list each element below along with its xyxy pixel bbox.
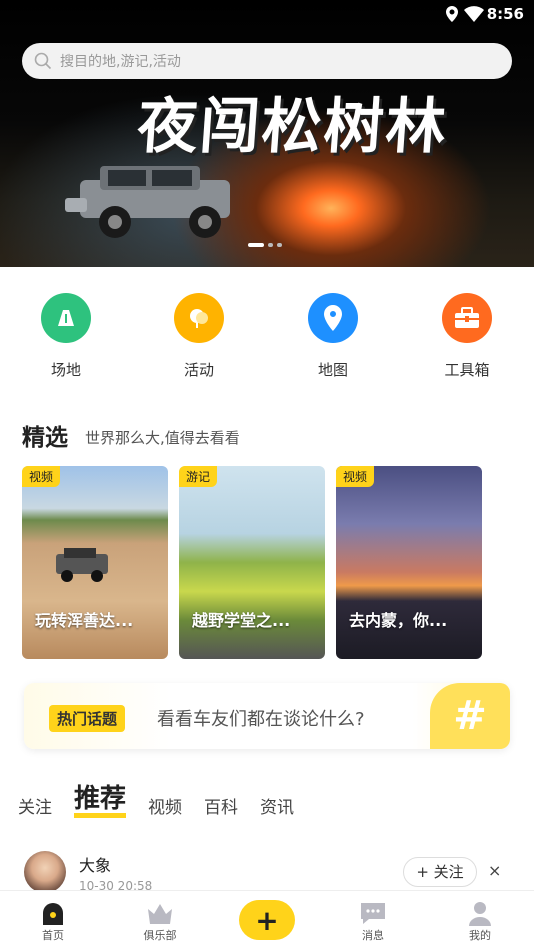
banner-title: 夜闯松树林 (135, 92, 451, 162)
card-tag: 视频 (22, 466, 61, 487)
nav-label: 首页 (42, 929, 64, 942)
category-label: 场地 (50, 361, 81, 379)
card-title: 越野学堂之... (192, 611, 291, 630)
map-pin-icon (308, 293, 358, 343)
tab-video[interactable]: 视频 (148, 793, 182, 818)
category-activity[interactable]: 活动 (159, 293, 239, 380)
category-shortcuts: 场地 活动 地图 工具箱 (0, 293, 534, 383)
carousel-dot-active (248, 243, 264, 247)
add-button[interactable]: + (239, 900, 295, 940)
tab-news[interactable]: 资讯 (260, 793, 294, 818)
section-subtitle: 世界那么大,值得去看看 (85, 429, 240, 447)
nav-label: 我的 (469, 929, 491, 942)
message-icon (343, 899, 403, 927)
balloon-icon (174, 293, 224, 343)
post-username[interactable]: 大象 (79, 852, 111, 876)
close-icon[interactable]: × (488, 861, 501, 880)
category-label: 地图 (317, 361, 348, 379)
user-icon (450, 899, 510, 927)
nav-home[interactable]: 首页 (23, 899, 83, 943)
card-tag: 视频 (336, 466, 375, 487)
club-icon (130, 899, 190, 927)
post-header: 大象 10-30 20:58 + 关注 × (0, 845, 534, 893)
carousel-dot (268, 243, 273, 247)
hot-topic-banner[interactable]: 热门话题 看看车友们都在谈论什么? # (24, 683, 510, 749)
search-input[interactable]: 搜目的地,游记,活动 (60, 51, 181, 71)
card-title: 玩转浑善达... (35, 611, 134, 630)
nav-label: 消息 (362, 929, 384, 942)
hot-topic-pill: 热门话题 (49, 705, 126, 732)
home-icon (23, 899, 83, 927)
category-label: 活动 (183, 361, 214, 379)
category-toolbox[interactable]: 工具箱 (427, 293, 507, 380)
hot-topic-text: 看看车友们都在谈论什么? (157, 709, 365, 730)
tab-wiki[interactable]: 百科 (204, 793, 238, 818)
status-time: 8:56 (486, 5, 524, 23)
status-bar: 8:56 (0, 0, 534, 30)
card-title: 去内蒙，你... (349, 611, 448, 630)
location-icon (446, 6, 458, 22)
feed-tabs: 关注 推荐 视频 百科 资讯 (18, 785, 316, 818)
featured-card[interactable]: 视频 去内蒙，你... (336, 466, 482, 659)
nav-label: 俱乐部 (143, 929, 177, 942)
section-title: 精选 (22, 425, 68, 451)
search-icon (34, 52, 52, 70)
nav-club[interactable]: 俱乐部 (130, 899, 190, 943)
car-illustration (56, 548, 108, 582)
card-tag: 游记 (179, 466, 218, 487)
bottom-nav: 首页 俱乐部 + 消息 我的 (0, 890, 534, 949)
search-bar[interactable]: 搜目的地,游记,活动 (22, 43, 512, 79)
featured-card[interactable]: 视频 玩转浑善达... (22, 466, 168, 659)
carousel-dot (277, 243, 282, 247)
carousel-indicator (248, 243, 282, 247)
avatar[interactable] (24, 851, 66, 893)
category-venue[interactable]: 场地 (26, 293, 106, 380)
follow-button[interactable]: + 关注 (403, 857, 477, 887)
nav-mine[interactable]: 我的 (450, 899, 510, 943)
category-label: 工具箱 (444, 361, 490, 379)
wifi-icon (464, 6, 484, 22)
category-map[interactable]: 地图 (293, 293, 373, 380)
hashtag-icon: # (430, 683, 510, 749)
hero-banner[interactable]: 夜闯松树林 8:56 搜目的地,游记,活动 (0, 0, 534, 267)
toolbox-icon (442, 293, 492, 343)
tab-recommend[interactable]: 推荐 (74, 785, 127, 818)
car-illustration (65, 166, 230, 238)
featured-card[interactable]: 游记 越野学堂之... (179, 466, 325, 659)
nav-messages[interactable]: 消息 (343, 899, 403, 943)
tab-follow[interactable]: 关注 (18, 793, 52, 818)
road-icon (41, 293, 91, 343)
